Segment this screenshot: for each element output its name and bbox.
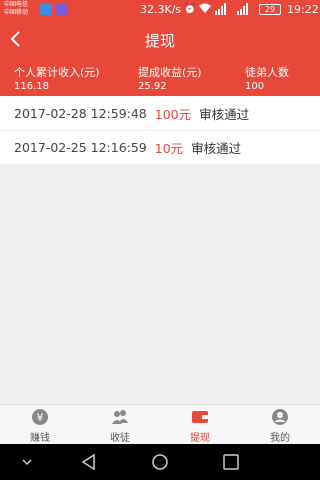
signal-icon — [215, 3, 255, 18]
income-label: 个人累计收入(元) — [14, 66, 100, 79]
battery-indicator: 29 — [259, 4, 281, 15]
system-nav-bar — [0, 444, 320, 480]
income-value: 116.18 — [14, 81, 49, 92]
back-triangle-icon[interactable] — [80, 453, 98, 471]
carrier-2: 中国移动 — [4, 9, 29, 16]
wifi-icon — [198, 2, 212, 17]
wallet-icon — [192, 411, 208, 423]
tab-mine[interactable]: 我的 — [240, 405, 320, 444]
bottom-tab-bar: ¥ 赚钱 收徒 提现 我的 — [0, 404, 320, 444]
withdrawal-amount: 10元 — [154, 141, 184, 156]
carrier-1: 中国电信 — [4, 1, 29, 8]
carrier-info: 中国电信 中国移动 — [4, 1, 28, 17]
network-speed: 32.3K/s — [140, 3, 182, 16]
withdrawal-status: 审核通过 — [191, 141, 242, 156]
disciples-label: 徒弟人数 — [245, 66, 289, 79]
svg-text:¥: ¥ — [37, 411, 44, 424]
clock: 19:22 — [287, 3, 319, 16]
tab-earn[interactable]: ¥ 赚钱 — [0, 405, 80, 444]
users-icon — [112, 410, 128, 424]
alarm-icon: ⏰ — [183, 2, 197, 15]
yen-coin-icon: ¥ — [32, 409, 48, 425]
tab-label: 赚钱 — [30, 433, 50, 444]
withdrawal-status: 审核通过 — [199, 106, 250, 122]
tab-label: 提现 — [190, 433, 210, 444]
commission-label: 提成收益(元) — [138, 66, 202, 79]
status-bar: 中国电信 中国移动 32.3K/s ⏰ 29 19:22 — [0, 0, 320, 20]
user-icon — [272, 409, 288, 425]
tab-label: 我的 — [270, 433, 290, 444]
withdrawal-amount: 100元 — [154, 106, 192, 122]
header-bar: 提现 — [0, 20, 320, 60]
withdrawal-time: 2017-02-28 12:59:48 — [14, 105, 147, 121]
withdrawal-time: 2017-02-25 12:16:59 — [14, 140, 147, 155]
recent-apps-icon[interactable] — [222, 453, 240, 471]
tab-label: 收徒 — [110, 433, 130, 444]
qq-icon — [40, 4, 52, 15]
tab-recruit[interactable]: 收徒 — [80, 405, 160, 444]
page-title: 提现 — [144, 32, 175, 50]
home-circle-icon[interactable] — [151, 453, 169, 471]
tab-withdraw[interactable]: 提现 — [160, 405, 240, 444]
disciples-value: 100 — [245, 81, 265, 92]
earnings-summary: 个人累计收入(元) 116.18 提成收益(元) 25.92 徒弟人数 100 — [0, 60, 320, 96]
withdrawal-list: 2017-02-28 12:59:48 100元 审核通过 2017-02-25… — [0, 96, 320, 164]
list-item[interactable]: 2017-02-25 12:16:59 10元 审核通过 — [0, 130, 320, 164]
app-notification-icon — [56, 4, 68, 15]
chevron-down-icon[interactable] — [20, 453, 34, 471]
notification-icons — [40, 4, 68, 15]
commission-value: 25.92 — [138, 81, 167, 92]
list-item[interactable]: 2017-02-28 12:59:48 100元 审核通过 — [0, 96, 320, 130]
